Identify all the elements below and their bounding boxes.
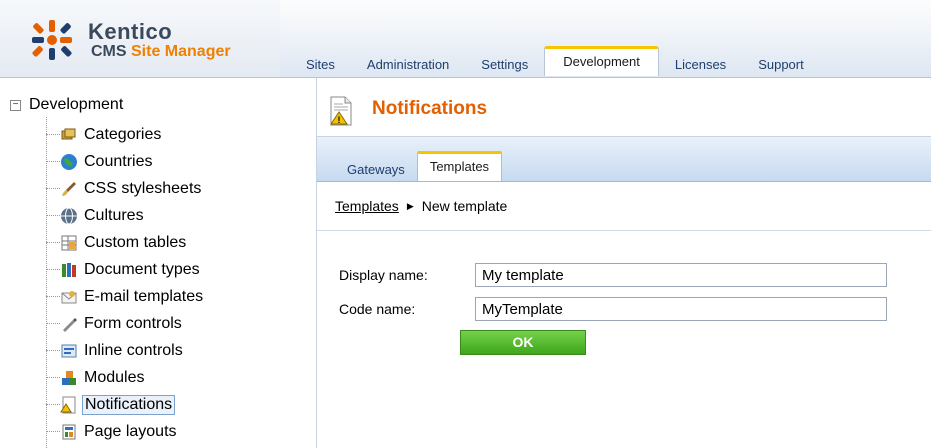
tree-item-document-types[interactable]: Document types xyxy=(46,256,202,283)
tree-branch-line xyxy=(46,188,60,189)
tree-item-label: Page layouts xyxy=(84,422,177,440)
tree-item-label: Cultures xyxy=(84,206,144,224)
display-name-label: Display name: xyxy=(339,267,428,283)
tree-item-label: CSS stylesheets xyxy=(84,179,202,197)
tree-item-modules[interactable]: Modules xyxy=(46,364,146,391)
tree-item-label: Inline controls xyxy=(84,341,183,359)
svg-text:!: ! xyxy=(338,115,341,125)
categories-icon xyxy=(61,128,76,139)
tree-item-categories[interactable]: Categories xyxy=(46,121,163,148)
page-layout-icon xyxy=(62,424,76,439)
tree-branch-line xyxy=(46,350,60,351)
notification-page-icon: ! xyxy=(330,96,352,126)
page-title: Notifications xyxy=(372,98,488,119)
brand-name: Kentico xyxy=(88,19,173,44)
tree-item-label: E-mail templates xyxy=(84,287,204,305)
culture-globe-icon xyxy=(61,207,77,224)
tree-item-form-controls[interactable]: Form controls xyxy=(46,310,184,337)
ok-button[interactable]: OK xyxy=(460,330,586,355)
main-content: ! Notifications Gateways Templates Templ… xyxy=(317,78,931,448)
tab-support[interactable]: Support xyxy=(742,50,820,76)
tree-item-label: Modules xyxy=(84,368,145,386)
brand-subtitle-prefix: CMS xyxy=(91,43,131,60)
brand-subtitle-accent: Site Manager xyxy=(131,43,231,60)
tree-item-label: Countries xyxy=(84,152,153,170)
main-tabs: Sites Administration Settings Developmen… xyxy=(290,46,820,76)
sub-tabs-bar: Gateways Templates xyxy=(317,137,931,182)
tree-item-email-templates[interactable]: E-mail templates xyxy=(46,283,205,310)
tree-branch-line xyxy=(46,377,60,378)
modules-icon xyxy=(62,370,76,385)
tree-root-label: Development xyxy=(29,96,124,113)
tree-item-css-stylesheets[interactable]: CSS stylesheets xyxy=(46,175,203,202)
navigation-tree: − Development Categories Countries CSS s… xyxy=(0,78,317,448)
brush-icon xyxy=(62,181,76,196)
code-name-row: Code name: xyxy=(339,296,919,322)
table-icon xyxy=(61,235,77,250)
tree-branch-line xyxy=(46,323,60,324)
tree-branch-line xyxy=(46,215,60,216)
globe-icon xyxy=(61,153,77,170)
logo-area: Kentico CMS Site Manager xyxy=(0,0,280,78)
collapse-icon[interactable]: − xyxy=(10,99,21,111)
tree-item-label: Form controls xyxy=(84,314,182,332)
inline-control-icon xyxy=(61,344,77,357)
form-control-icon xyxy=(63,317,77,332)
tree-branch-line xyxy=(46,242,60,243)
tree-item-inline-controls[interactable]: Inline controls xyxy=(46,337,185,364)
code-name-label: Code name: xyxy=(339,301,416,317)
tree-item-notifications[interactable]: Notifications xyxy=(46,391,176,418)
tree-branch-line xyxy=(46,269,60,270)
tab-licenses[interactable]: Licenses xyxy=(659,50,742,76)
display-name-input[interactable] xyxy=(475,263,887,287)
kentico-logo-icon xyxy=(32,20,72,60)
document-types-icon xyxy=(62,262,76,277)
display-name-row: Display name: xyxy=(339,262,919,288)
code-name-input[interactable] xyxy=(475,297,887,321)
breadcrumb-current: New template xyxy=(421,198,508,214)
tree-branch-line xyxy=(46,296,60,297)
tree-item-label: Custom tables xyxy=(84,233,187,251)
tree-item-cultures[interactable]: Cultures xyxy=(46,202,146,229)
tab-gateways[interactable]: Gateways xyxy=(335,153,417,181)
breadcrumb-templates-link[interactable]: Templates xyxy=(335,198,399,214)
tree-branch-line xyxy=(46,431,60,432)
tree-branch-line xyxy=(46,161,60,162)
breadcrumb-arrow-icon: ▶ xyxy=(406,200,414,211)
page-header: ! Notifications xyxy=(317,78,931,137)
tab-sites[interactable]: Sites xyxy=(290,50,351,76)
sub-tabs: Gateways Templates xyxy=(335,151,503,181)
tab-templates[interactable]: Templates xyxy=(416,151,503,181)
tree-item-countries[interactable]: Countries xyxy=(46,148,154,175)
app-header: Kentico CMS Site Manager Sites Administr… xyxy=(0,0,931,78)
email-icon xyxy=(61,290,77,303)
tab-settings[interactable]: Settings xyxy=(465,50,544,76)
tree-branch-line xyxy=(46,404,60,405)
tree-item-custom-tables[interactable]: Custom tables xyxy=(46,229,188,256)
notification-icon xyxy=(60,396,76,413)
tree-item-label: Notifications xyxy=(82,394,176,415)
tree-item-page-layouts[interactable]: Page layouts xyxy=(46,418,179,445)
tree-root-development[interactable]: − Development xyxy=(10,96,123,114)
tree-item-label: Categories xyxy=(84,125,162,143)
brand-subtitle: CMS Site Manager xyxy=(91,43,231,61)
tree-item-label: Document types xyxy=(84,260,200,278)
tab-development[interactable]: Development xyxy=(544,46,659,76)
tab-administration[interactable]: Administration xyxy=(351,50,465,76)
breadcrumb: Templates ▶ New template xyxy=(317,182,931,231)
tree-branch-line xyxy=(46,134,60,135)
